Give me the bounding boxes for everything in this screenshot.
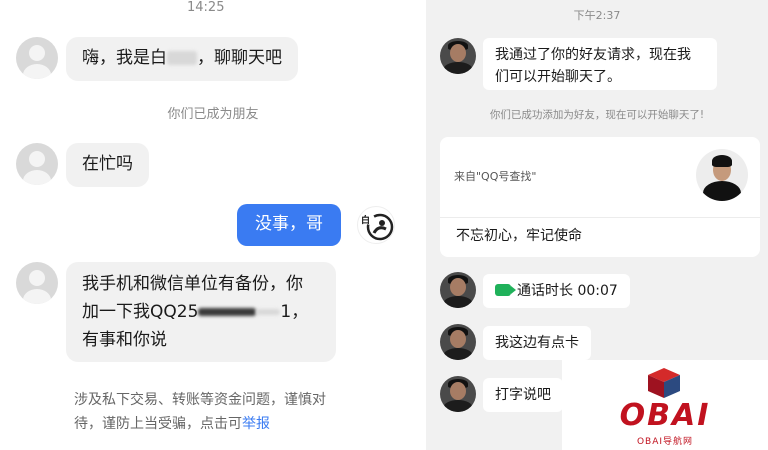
- my-avatar[interactable]: 白: [357, 206, 395, 244]
- contact-photo-avatar[interactable]: [440, 38, 476, 74]
- message-line: 1，: [280, 302, 309, 322]
- message-bubble-greeting: 嗨，我是白 ，聊聊天吧: [66, 37, 298, 81]
- watermark-brand: OBAI: [619, 398, 711, 433]
- message-bubble-accepted: 我通过了你的好友请求，现在我 们可以开始聊天了。: [483, 38, 717, 90]
- call-duration: 通话时长 00:07: [517, 283, 618, 299]
- watermark-subtitle: OBAI导航网: [636, 437, 694, 447]
- card-divider: [440, 217, 760, 218]
- call-record-bubble[interactable]: 通话时长 00:07: [483, 274, 630, 308]
- card-signature: 不忘初心，牢记使命: [456, 228, 582, 244]
- contact-avatar[interactable]: [16, 37, 58, 79]
- message-bubble-busy: 在忙吗: [66, 143, 149, 187]
- watermark-logo: OBAI OBAI导航网: [562, 360, 768, 450]
- message-line: 有事和你说: [82, 330, 167, 350]
- report-link[interactable]: 举报: [242, 416, 270, 432]
- contact-card[interactable]: 来自"QQ号查找" 不忘初心，牢记使命: [440, 137, 760, 257]
- contact-avatar[interactable]: [16, 143, 58, 185]
- redacted-name: [167, 51, 197, 65]
- card-photo-avatar: [696, 149, 748, 201]
- message-line: 我通过了你的好友请求，现在我: [495, 47, 691, 63]
- fraud-warning: 涉及私下交易、转账等资金问题，谨慎对 待，谨防上当受骗，点击可举报: [74, 388, 364, 436]
- video-call-icon: [495, 284, 516, 296]
- my-avatar-char: 白: [361, 216, 371, 226]
- became-friends-notice: 你们已成为朋友: [167, 107, 259, 122]
- warning-line: 待，谨防上当受骗，点击可: [74, 416, 242, 432]
- contact-photo-avatar[interactable]: [440, 376, 476, 412]
- message-line: 加一下我QQ25: [82, 302, 199, 322]
- card-source: 来自"QQ号查找": [454, 170, 537, 183]
- my-message-bubble: 没事，哥: [237, 204, 341, 246]
- chat-timestamp: 下午2:37: [573, 9, 621, 22]
- chat-timestamp: 14:25: [187, 0, 225, 15]
- message-bubble-typing: 打字说吧: [483, 378, 563, 412]
- friend-added-notice: 你们已成功添加为好友，现在可以开始聊天了!: [489, 109, 705, 121]
- contact-photo-avatar[interactable]: [440, 324, 476, 360]
- message-bubble-lag: 我这边有点卡: [483, 326, 591, 360]
- redacted-qq-number: [198, 308, 257, 316]
- message-text: 嗨，我是白: [82, 48, 167, 68]
- left-chat-screenshot: 14:25 嗨，我是白 ，聊聊天吧 你们已成为朋友 在忙吗 没事，哥 白 我手机和…: [0, 0, 426, 450]
- contact-avatar[interactable]: [16, 262, 58, 304]
- message-text: ，聊聊天吧: [197, 48, 282, 68]
- contact-photo-avatar[interactable]: [440, 272, 476, 308]
- message-line: 我手机和微信单位有备份，你: [82, 274, 303, 294]
- cube-logo-icon: [648, 368, 680, 398]
- message-line: 们可以开始聊天了。: [495, 69, 621, 85]
- redacted-qq-number: [256, 309, 281, 315]
- warning-line: 涉及私下交易、转账等资金问题，谨慎对: [74, 392, 326, 408]
- message-bubble-qq-request: 我手机和微信单位有备份，你 加一下我QQ25 1， 有事和你说: [66, 262, 336, 362]
